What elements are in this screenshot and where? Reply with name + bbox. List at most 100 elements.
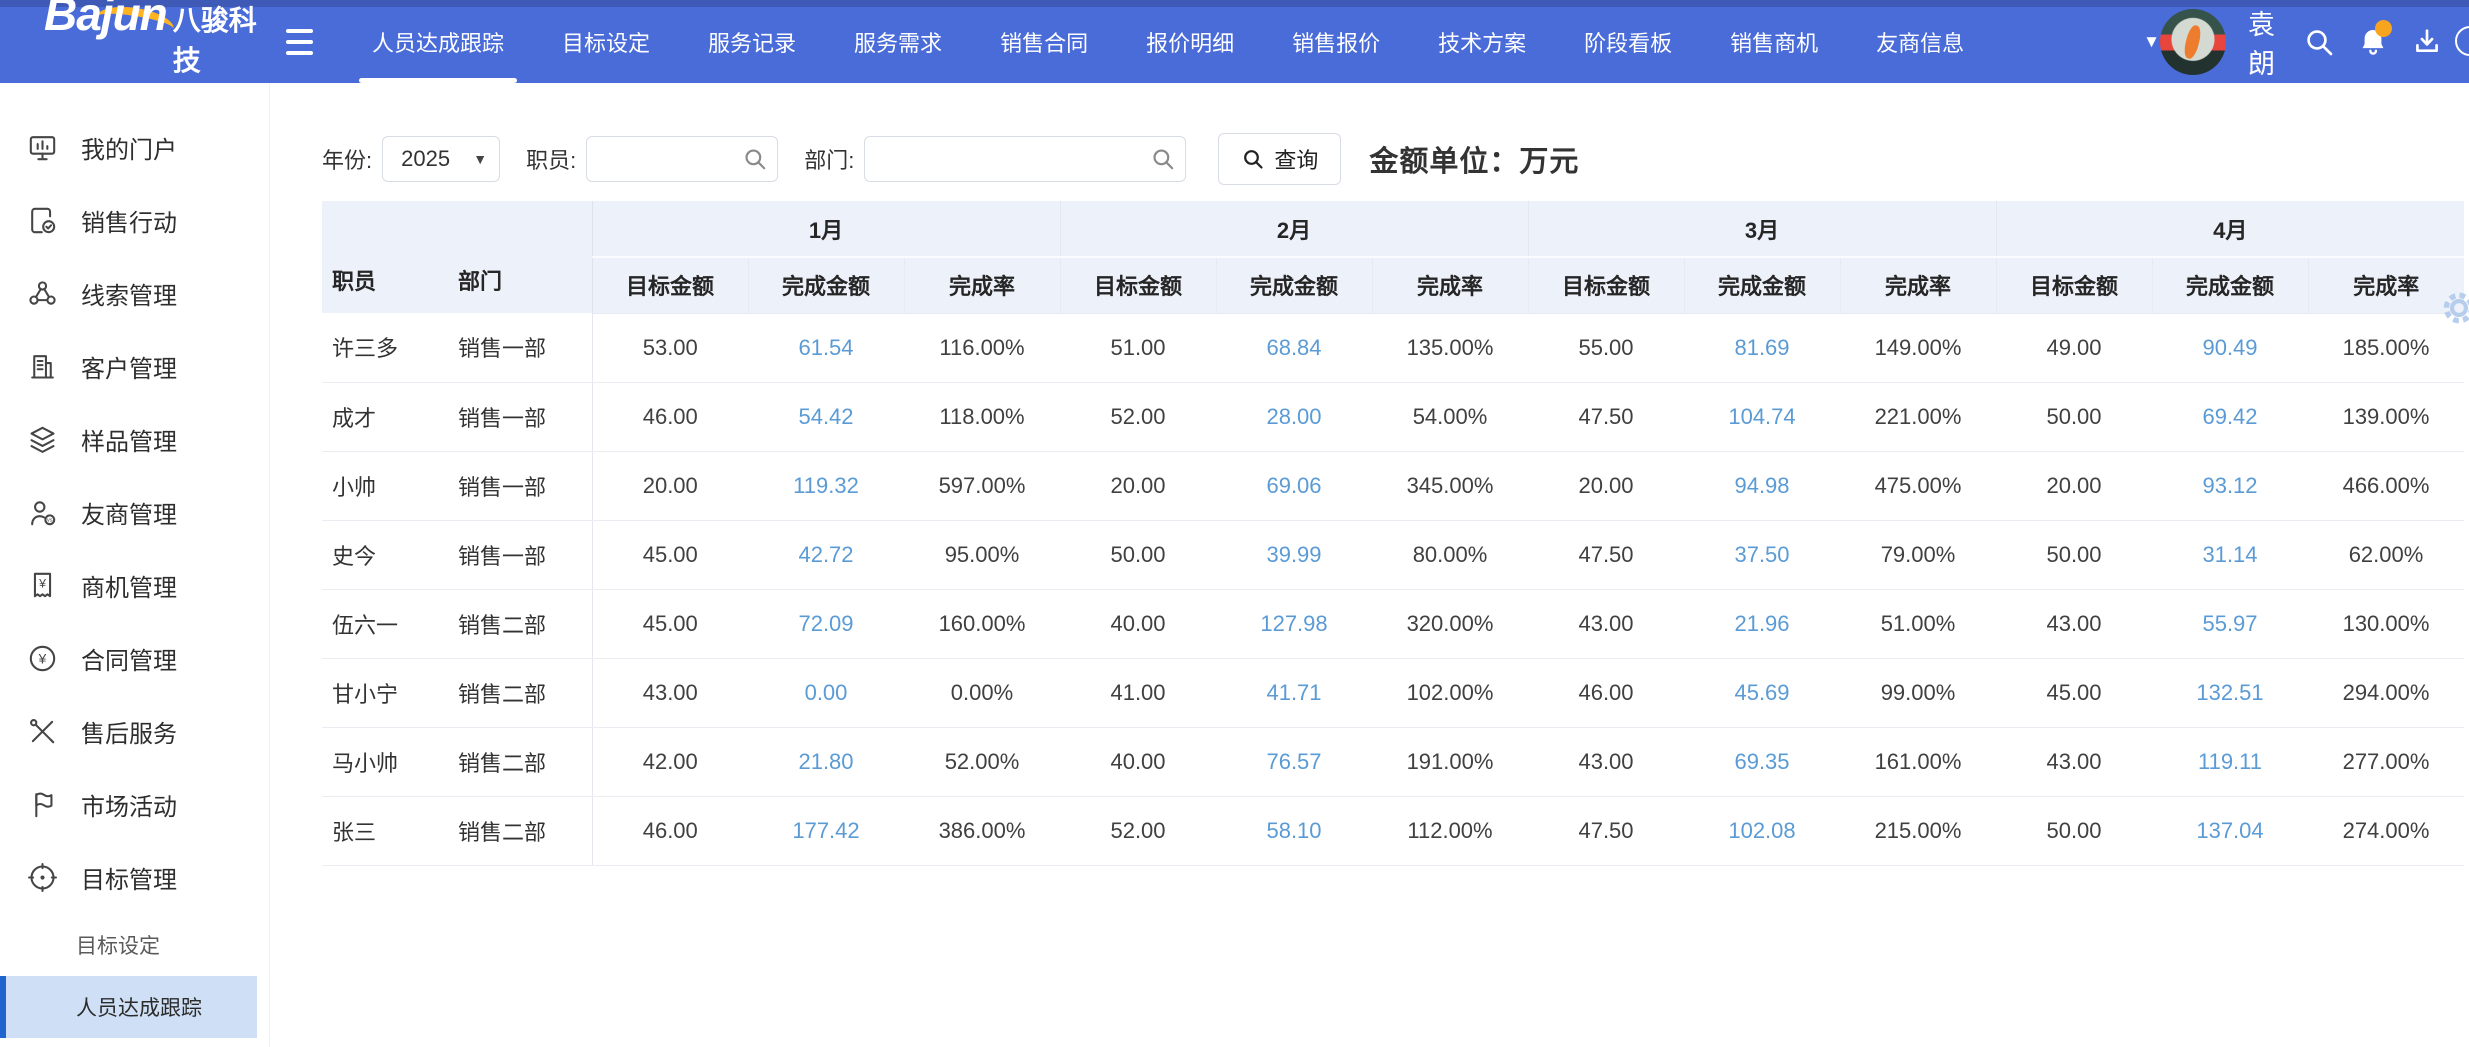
col-header-target: 目标金额 bbox=[1996, 257, 2152, 313]
search-icon[interactable] bbox=[1150, 146, 1176, 177]
department-cell: 销售一部 bbox=[448, 451, 592, 520]
table-row: 小帅销售一部20.00119.32597.00%20.0069.06345.00… bbox=[322, 451, 2464, 520]
completed-amount-link[interactable]: 69.42 bbox=[2152, 382, 2308, 451]
completed-amount-link[interactable]: 45.69 bbox=[1684, 658, 1840, 727]
sidebar-item-sales-actions[interactable]: 销售行动 bbox=[0, 184, 269, 257]
sidebar-item-label: 客户管理 bbox=[81, 349, 177, 384]
search-icon[interactable] bbox=[742, 146, 768, 177]
nav-tab-stage-board[interactable]: 阶段看板 bbox=[1555, 0, 1701, 83]
logo-text-cn: 八骏科技 bbox=[173, 0, 270, 79]
sidebar-item-partners[interactable]: vs 友商管理 bbox=[0, 476, 269, 549]
completion-rate-cell: 80.00% bbox=[1372, 520, 1528, 589]
completed-amount-link[interactable]: 0.00 bbox=[748, 658, 904, 727]
completed-amount-link[interactable]: 58.10 bbox=[1216, 796, 1372, 865]
completion-rate-cell: 116.00% bbox=[904, 313, 1060, 382]
query-button[interactable]: 查询 bbox=[1218, 133, 1341, 185]
nav-tab-service-requests[interactable]: 服务需求 bbox=[825, 0, 971, 83]
nav-more-dropdown-icon[interactable]: ▼ bbox=[2143, 32, 2160, 52]
completed-amount-link[interactable]: 127.98 bbox=[1216, 589, 1372, 658]
completion-rate-cell: 345.00% bbox=[1372, 451, 1528, 520]
nav-tab-quote-details[interactable]: 报价明细 bbox=[1117, 0, 1263, 83]
department-cell: 销售一部 bbox=[448, 382, 592, 451]
completed-amount-link[interactable]: 55.97 bbox=[2152, 589, 2308, 658]
completed-amount-link[interactable]: 21.96 bbox=[1684, 589, 1840, 658]
completed-amount-link[interactable]: 54.42 bbox=[748, 382, 904, 451]
sidebar-subitem-goal-setting[interactable]: 目标设定 bbox=[0, 914, 269, 976]
tools-icon bbox=[26, 715, 59, 748]
target-amount-cell: 20.00 bbox=[1996, 451, 2152, 520]
nav-tab-sales-contracts[interactable]: 销售合同 bbox=[971, 0, 1117, 83]
sidebar-item-label: 线索管理 bbox=[81, 276, 177, 311]
amount-unit-label: 金额单位：万元 bbox=[1369, 138, 1579, 180]
nav-tab-sales-quotes[interactable]: 销售报价 bbox=[1263, 0, 1409, 83]
completed-amount-link[interactable]: 31.14 bbox=[2152, 520, 2308, 589]
col-header-target: 目标金额 bbox=[1528, 257, 1684, 313]
sidebar-item-market-activities[interactable]: 市场活动 bbox=[0, 768, 269, 841]
column-settings-gear-icon[interactable] bbox=[2440, 289, 2469, 332]
completed-amount-link[interactable]: 104.74 bbox=[1684, 382, 1840, 451]
nav-tab-goal-setting[interactable]: 目标设定 bbox=[533, 0, 679, 83]
completed-amount-link[interactable]: 119.11 bbox=[2152, 727, 2308, 796]
building-icon bbox=[26, 350, 59, 383]
sidebar-item-opportunities[interactable]: ¥ 商机管理 bbox=[0, 549, 269, 622]
completed-amount-link[interactable]: 132.51 bbox=[2152, 658, 2308, 727]
completed-amount-link[interactable]: 69.06 bbox=[1216, 451, 1372, 520]
sidebar-item-samples[interactable]: 样品管理 bbox=[0, 403, 269, 476]
completed-amount-link[interactable]: 177.42 bbox=[748, 796, 904, 865]
completed-amount-link[interactable]: 69.35 bbox=[1684, 727, 1840, 796]
completed-amount-link[interactable]: 42.72 bbox=[748, 520, 904, 589]
completion-rate-cell: 386.00% bbox=[904, 796, 1060, 865]
completed-amount-link[interactable]: 61.54 bbox=[748, 313, 904, 382]
hamburger-menu-icon[interactable] bbox=[286, 29, 313, 55]
completed-amount-link[interactable]: 37.50 bbox=[1684, 520, 1840, 589]
completed-amount-link[interactable]: 21.80 bbox=[748, 727, 904, 796]
sidebar-item-goal-management[interactable]: 目标管理 bbox=[0, 841, 269, 914]
layers-icon bbox=[26, 423, 59, 456]
nav-tab-personnel-tracking[interactable]: 人员达成跟踪 bbox=[343, 0, 533, 83]
target-amount-cell: 46.00 bbox=[592, 796, 748, 865]
completed-amount-link[interactable]: 94.98 bbox=[1684, 451, 1840, 520]
brand-logo[interactable]: Bajun 八骏科技 Anyone,Anytime,Anywhere! bbox=[0, 0, 270, 83]
sidebar-item-customers[interactable]: 客户管理 bbox=[0, 330, 269, 403]
sidebar-item-my-portal[interactable]: 我的门户 bbox=[0, 111, 269, 184]
completion-rate-cell: 149.00% bbox=[1840, 313, 1996, 382]
target-amount-cell: 42.00 bbox=[592, 727, 748, 796]
notification-bell-icon[interactable] bbox=[2357, 25, 2389, 59]
sidebar-subitem-department-tracking[interactable]: 部门达成跟踪 bbox=[0, 1038, 269, 1047]
completed-amount-link[interactable]: 68.84 bbox=[1216, 313, 1372, 382]
year-select[interactable]: 2025 ▼ bbox=[382, 136, 500, 182]
employee-name-cell: 马小帅 bbox=[322, 727, 448, 796]
user-avatar[interactable] bbox=[2160, 9, 2226, 75]
col-header-target: 目标金额 bbox=[1060, 257, 1216, 313]
nav-tab-technical-plans[interactable]: 技术方案 bbox=[1409, 0, 1555, 83]
sidebar-item-after-sales[interactable]: 售后服务 bbox=[0, 695, 269, 768]
search-icon[interactable] bbox=[2303, 25, 2335, 59]
target-amount-cell: 41.00 bbox=[1060, 658, 1216, 727]
completed-amount-link[interactable]: 102.08 bbox=[1684, 796, 1840, 865]
completed-amount-link[interactable]: 93.12 bbox=[2152, 451, 2308, 520]
department-label: 部门: bbox=[804, 143, 854, 175]
nav-tab-service-records[interactable]: 服务记录 bbox=[679, 0, 825, 83]
nav-tab-sales-opportunities[interactable]: 销售商机 bbox=[1701, 0, 1847, 83]
sidebar-item-label: 目标管理 bbox=[81, 860, 177, 895]
completed-amount-link[interactable]: 72.09 bbox=[748, 589, 904, 658]
completed-amount-link[interactable]: 137.04 bbox=[2152, 796, 2308, 865]
sidebar-item-contracts[interactable]: ¥ 合同管理 bbox=[0, 622, 269, 695]
target-amount-cell: 20.00 bbox=[1528, 451, 1684, 520]
completed-amount-link[interactable]: 39.99 bbox=[1216, 520, 1372, 589]
completed-amount-link[interactable]: 41.71 bbox=[1216, 658, 1372, 727]
nav-tab-partner-info[interactable]: 友商信息 bbox=[1847, 0, 1993, 83]
download-icon[interactable] bbox=[2411, 25, 2443, 59]
department-search-input[interactable] bbox=[864, 136, 1186, 182]
person-vs-icon: vs bbox=[26, 496, 59, 529]
completion-rate-cell: 277.00% bbox=[2308, 727, 2464, 796]
completed-amount-link[interactable]: 76.57 bbox=[1216, 727, 1372, 796]
sidebar-item-leads[interactable]: 线索管理 bbox=[0, 257, 269, 330]
completion-rate-cell: 320.00% bbox=[1372, 589, 1528, 658]
completed-amount-link[interactable]: 28.00 bbox=[1216, 382, 1372, 451]
completed-amount-link[interactable]: 119.32 bbox=[748, 451, 904, 520]
sidebar-subitem-personnel-tracking[interactable]: 人员达成跟踪 bbox=[0, 976, 257, 1038]
employee-name-cell: 小帅 bbox=[322, 451, 448, 520]
completed-amount-link[interactable]: 81.69 bbox=[1684, 313, 1840, 382]
completed-amount-link[interactable]: 90.49 bbox=[2152, 313, 2308, 382]
